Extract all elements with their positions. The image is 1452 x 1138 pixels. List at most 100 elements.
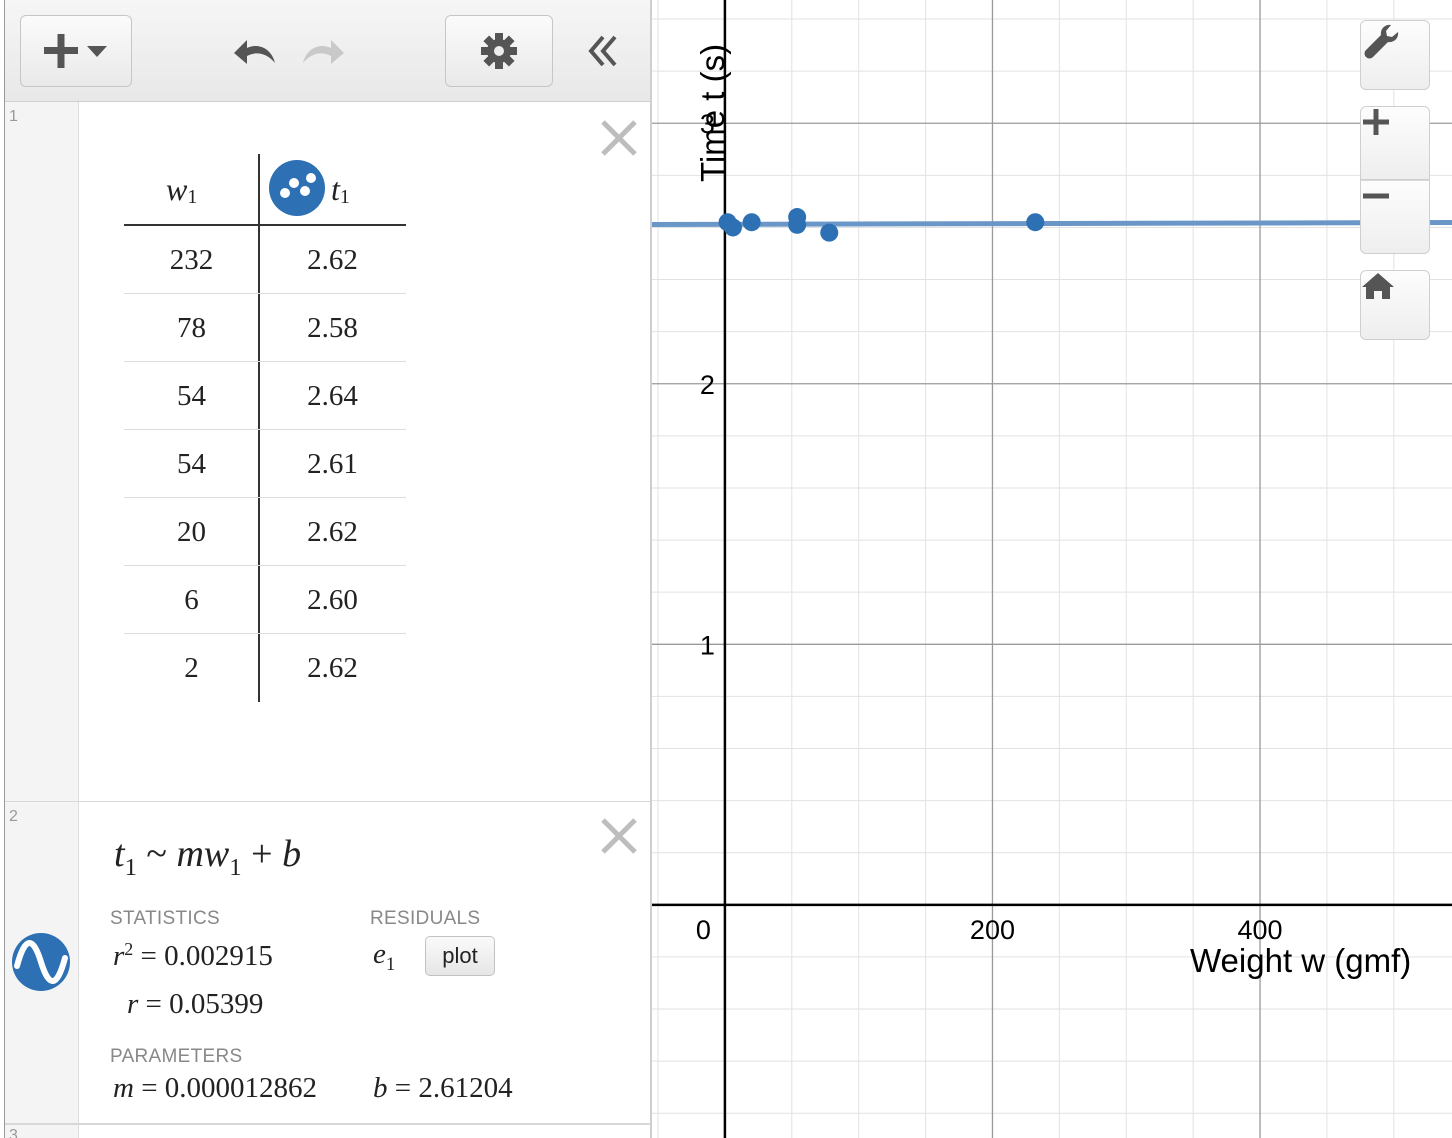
default-viewport-button[interactable]	[1360, 270, 1430, 340]
expression-empty[interactable]: 3	[5, 1124, 650, 1138]
b-symbol: b	[373, 1072, 388, 1104]
data-point[interactable]	[788, 215, 807, 234]
r-value: r = 0.05399	[127, 988, 263, 1021]
formula-lhs: t	[114, 833, 125, 875]
formula-plus: +	[251, 833, 273, 875]
data-point[interactable]	[1026, 213, 1045, 232]
redo-button[interactable]	[295, 15, 351, 87]
table-cell[interactable]: 6	[124, 566, 259, 634]
r2-symbol: r	[113, 940, 125, 972]
expression-index: 2	[9, 808, 18, 825]
residual-sub: 1	[385, 953, 396, 975]
b-number: = 2.61204	[394, 1072, 513, 1104]
residuals-label: RESIDUALS	[370, 908, 481, 929]
table-cell[interactable]: 2.64	[259, 362, 406, 430]
regression-style-icon[interactable]	[11, 932, 71, 997]
collapse-panel-button[interactable]	[575, 15, 631, 87]
plus-icon	[1363, 109, 1389, 135]
table-row: 20 2.62	[124, 498, 406, 566]
parameters-label: PARAMETERS	[110, 1046, 243, 1067]
expression-index: 1	[9, 108, 18, 125]
table-cell[interactable]: 2.60	[259, 566, 406, 634]
data-point[interactable]	[742, 213, 761, 232]
formula-w: w	[203, 833, 230, 875]
close-icon	[601, 120, 637, 156]
column-header-t1[interactable]: t1	[331, 154, 350, 224]
table-cell[interactable]: 2.62	[259, 226, 406, 294]
graph-canvas[interactable]: 0 200 400 1 2 3 Weight w (gmf) Time t (s)	[652, 0, 1452, 1138]
formula-w-sub: 1	[229, 853, 242, 881]
table-cell[interactable]: 2.62	[259, 498, 406, 566]
column-style-icon[interactable]	[268, 159, 326, 222]
formula-lhs-sub: 1	[124, 853, 137, 881]
wrench-icon	[1364, 24, 1399, 59]
x-tick-label: 200	[970, 915, 1015, 945]
column-var: t	[331, 170, 340, 207]
table-cell[interactable]: 78	[124, 294, 259, 362]
expression-table[interactable]: 1 w1 t1 232 2.62 78 2.58 54 2.64 54 2.61…	[5, 102, 650, 802]
column-sub: 1	[339, 185, 350, 208]
r-symbol: r	[127, 988, 139, 1020]
table-cell[interactable]: 2.62	[259, 634, 406, 702]
expression-gutter: 2	[5, 802, 79, 1123]
table-cell[interactable]: 54	[124, 430, 259, 498]
regression-line[interactable]	[652, 219, 1452, 227]
double-chevron-left-icon	[588, 35, 617, 67]
table-cell[interactable]: 54	[124, 362, 259, 430]
expression-toolbar	[5, 0, 650, 102]
r-number: = 0.05399	[145, 988, 264, 1020]
column-var: w	[166, 170, 188, 207]
expression-index: 3	[9, 1127, 18, 1138]
x-tick-label: 0	[696, 915, 711, 945]
table-cell[interactable]: 2	[124, 634, 259, 702]
expression-gutter: 3	[5, 1125, 79, 1138]
r2-sup: 2	[124, 939, 134, 960]
graph-svg[interactable]: 0 200 400123 Weight w (gmf) Time t (s)	[652, 0, 1452, 1138]
expression-gutter: 1	[5, 102, 79, 801]
undo-button[interactable]	[227, 15, 283, 87]
table-row: 54 2.61	[124, 430, 406, 498]
y-tick-label: 2	[700, 370, 715, 400]
residual-symbol: e	[373, 938, 386, 970]
redo-icon	[303, 40, 344, 64]
expression-regression[interactable]: 2 t1 ~ mw1 + b STATISTICS RESIDUALS r2 =	[5, 802, 650, 1124]
settings-button[interactable]	[445, 15, 553, 87]
add-item-button[interactable]	[20, 15, 132, 87]
delete-expression-button[interactable]	[597, 116, 641, 160]
plot-residuals-button[interactable]: plot	[425, 936, 495, 976]
gear-icon	[481, 33, 517, 69]
param-b-value: b = 2.61204	[373, 1072, 513, 1105]
table-row: 78 2.58	[124, 294, 406, 362]
plus-icon	[44, 34, 107, 68]
residual-variable: e1	[373, 938, 395, 975]
zoom-in-button[interactable]	[1360, 106, 1430, 180]
data-point[interactable]	[820, 223, 839, 242]
table-row: 6 2.60	[124, 566, 406, 634]
table-cell[interactable]: 20	[124, 498, 259, 566]
graph-settings-button[interactable]	[1360, 20, 1430, 90]
table-row: 54 2.64	[124, 362, 406, 430]
formula-m: m	[176, 833, 204, 875]
param-m-value: m = 0.000012862	[113, 1072, 317, 1105]
expression-panel: 1 w1 t1 232 2.62 78 2.58 54 2.64 54 2.61…	[0, 0, 652, 1138]
table-cell[interactable]: 2.61	[259, 430, 406, 498]
tick-labels: 0 200 400123	[696, 109, 1283, 945]
column-header-w1[interactable]: w1	[166, 154, 197, 224]
undo-icon	[234, 40, 275, 64]
zoom-out-button[interactable]	[1360, 180, 1430, 254]
delete-expression-button[interactable]	[597, 814, 641, 858]
close-icon	[601, 818, 637, 854]
data-point[interactable]	[718, 213, 737, 232]
table-row: 2 2.62	[124, 634, 406, 702]
m-number: = 0.000012862	[141, 1072, 318, 1104]
x-axis-label: Weight w (gmf)	[1190, 942, 1411, 979]
table-cell[interactable]: 2.58	[259, 294, 406, 362]
caret-down-icon	[87, 46, 107, 57]
y-axis-label: Time t (s)	[694, 44, 731, 182]
formula-tilde: ~	[146, 833, 167, 875]
column-sub: 1	[187, 185, 198, 208]
y-tick-label: 1	[700, 630, 715, 660]
r2-number: = 0.002915	[140, 940, 273, 972]
regression-formula[interactable]: t1 ~ mw1 + b	[114, 832, 301, 881]
table-cell[interactable]: 232	[124, 226, 259, 294]
